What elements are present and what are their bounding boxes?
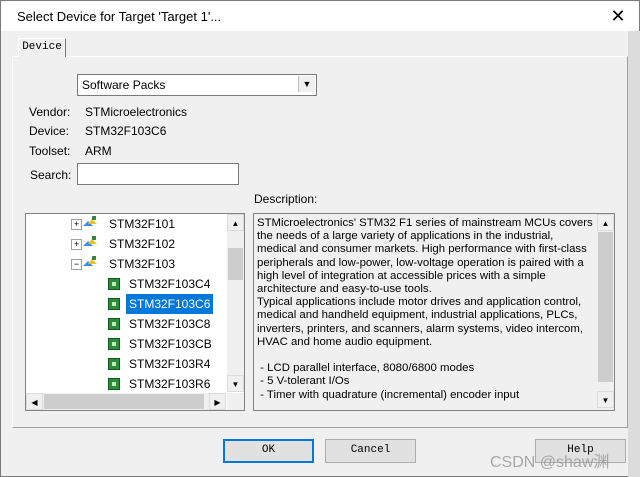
ok-button[interactable]: OK [223, 439, 314, 463]
scroll-up-icon[interactable]: ▲ [597, 214, 614, 231]
software-packs-dropdown[interactable]: Software Packs ▼ [77, 74, 317, 96]
device-family-icon [83, 236, 97, 246]
expand-icon[interactable]: + [71, 219, 82, 230]
tree-item-label: STM32F102 [109, 237, 176, 251]
tree-item-label: STM32F103R4 [129, 357, 211, 371]
scroll-up-icon[interactable]: ▲ [227, 214, 244, 231]
scroll-corner [227, 393, 244, 410]
device-family-icon [83, 256, 97, 266]
window-title: Select Device for Target 'Target 1'... [17, 9, 222, 24]
chip-icon [108, 338, 120, 350]
watermark: CSDN @shaw渊 [490, 454, 610, 471]
toolset-value: ARM [85, 144, 112, 158]
description-vertical-scrollbar[interactable]: ▲ ▼ [597, 214, 614, 408]
cancel-button[interactable]: Cancel [325, 439, 416, 463]
tree-vertical-scrollbar[interactable]: ▲ ▼ [227, 214, 244, 392]
scroll-down-icon[interactable]: ▼ [597, 391, 614, 408]
tree-horizontal-scrollbar[interactable]: ◀ ▶ [26, 393, 226, 410]
chip-icon [108, 318, 120, 330]
tree-item-label: STM32F103C4 [129, 277, 211, 291]
scroll-left-icon[interactable]: ◀ [26, 393, 43, 410]
title-bar: Select Device for Target 'Target 1'... ✕ [1, 1, 639, 31]
description-box: STMicroelectronics' STM32 F1 series of m… [253, 213, 615, 411]
tree-item-label: STM32F103R6 [129, 377, 211, 391]
tree-item-label: STM32F103C6 [126, 294, 214, 314]
vendor-value: STMicroelectronics [85, 105, 188, 119]
search-input[interactable] [77, 163, 239, 185]
tree-item-label: STM32F103CB [129, 337, 212, 351]
chip-icon [108, 278, 120, 290]
device-label: Device: [29, 124, 70, 138]
close-icon[interactable]: ✕ [605, 3, 631, 29]
device-value: STM32F103C6 [85, 124, 167, 138]
vendor-label: Vendor: [29, 105, 71, 119]
scroll-thumb[interactable] [44, 394, 204, 409]
chip-icon [108, 378, 120, 390]
collapse-icon[interactable]: − [71, 259, 82, 270]
device-tree[interactable]: + STM32F101 + STM32F102 − STM32F103 STM3… [25, 213, 245, 411]
expand-icon[interactable]: + [71, 239, 82, 250]
description-label: Description: [254, 192, 318, 206]
search-label: Search: [30, 168, 72, 182]
scroll-thumb[interactable] [598, 232, 613, 382]
chip-icon [108, 298, 120, 310]
toolset-label: Toolset: [29, 144, 71, 158]
chevron-down-icon[interactable]: ▼ [298, 76, 315, 92]
chip-icon [108, 358, 120, 370]
scroll-thumb[interactable] [228, 248, 243, 280]
scroll-right-icon[interactable]: ▶ [209, 393, 226, 410]
device-family-icon [83, 216, 97, 226]
scroll-down-icon[interactable]: ▼ [227, 375, 244, 392]
description-text: STMicroelectronics' STM32 F1 series of m… [257, 217, 593, 401]
dropdown-value: Software Packs [82, 78, 166, 92]
background-window-edge [628, 31, 640, 477]
tab-device[interactable]: Device [18, 38, 66, 57]
tree-item-label: STM32F101 [109, 217, 176, 231]
tree-item-label: STM32F103 [109, 257, 176, 271]
tree-item-label: STM32F103C8 [129, 317, 211, 331]
